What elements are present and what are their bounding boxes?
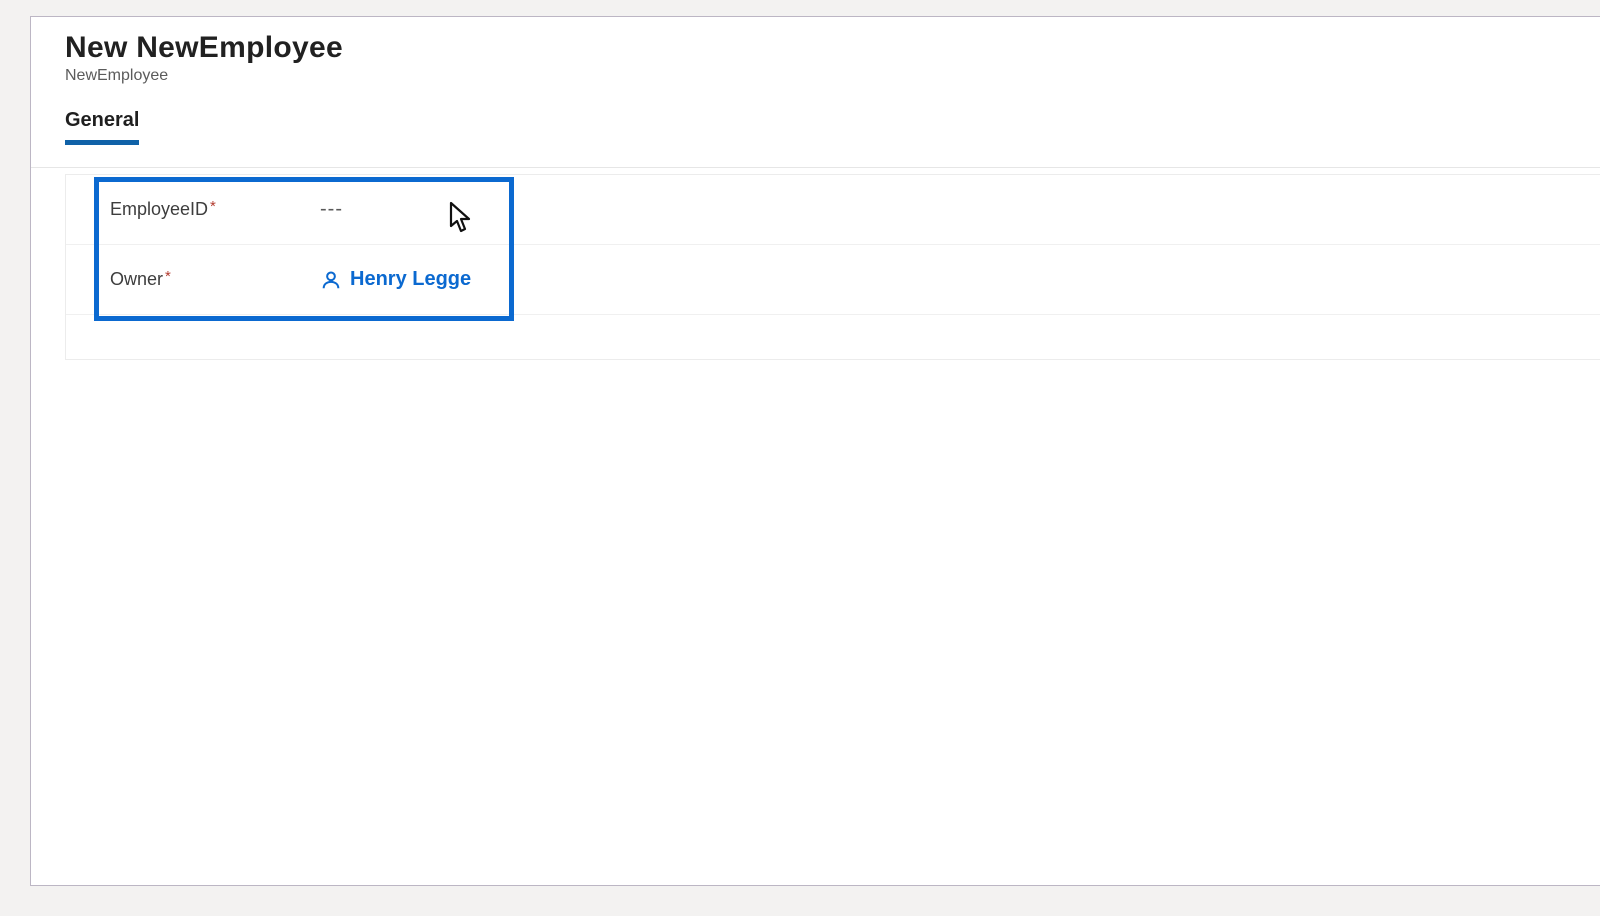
owner-lookup[interactable]: Henry Legge bbox=[320, 268, 471, 291]
field-row-employeeid: EmployeeID * --- bbox=[66, 175, 1600, 245]
tab-general[interactable]: General bbox=[65, 109, 139, 145]
owner-label-text: Owner bbox=[110, 269, 163, 290]
required-mark-icon: * bbox=[165, 268, 171, 285]
page-header: New NewEmployee NewEmployee bbox=[31, 31, 1600, 85]
owner-value: Henry Legge bbox=[350, 268, 471, 291]
page-title: New NewEmployee bbox=[65, 31, 1600, 65]
employeeid-label: EmployeeID * bbox=[110, 199, 320, 220]
form-panel: EmployeeID * --- Owner * Henry Legge bbox=[65, 174, 1600, 360]
panel-spacer bbox=[66, 315, 1600, 359]
page-subtitle: NewEmployee bbox=[65, 67, 1600, 85]
form-page: New NewEmployee NewEmployee General Empl… bbox=[30, 16, 1600, 886]
tab-divider bbox=[31, 167, 1600, 168]
tab-strip: General bbox=[31, 109, 1600, 145]
owner-label: Owner * bbox=[110, 269, 320, 290]
employeeid-label-text: EmployeeID bbox=[110, 199, 208, 220]
field-row-owner: Owner * Henry Legge bbox=[66, 245, 1600, 315]
employeeid-input[interactable]: --- bbox=[320, 198, 343, 221]
cursor-icon bbox=[448, 201, 476, 239]
person-icon bbox=[320, 269, 342, 291]
required-mark-icon: * bbox=[210, 198, 216, 215]
